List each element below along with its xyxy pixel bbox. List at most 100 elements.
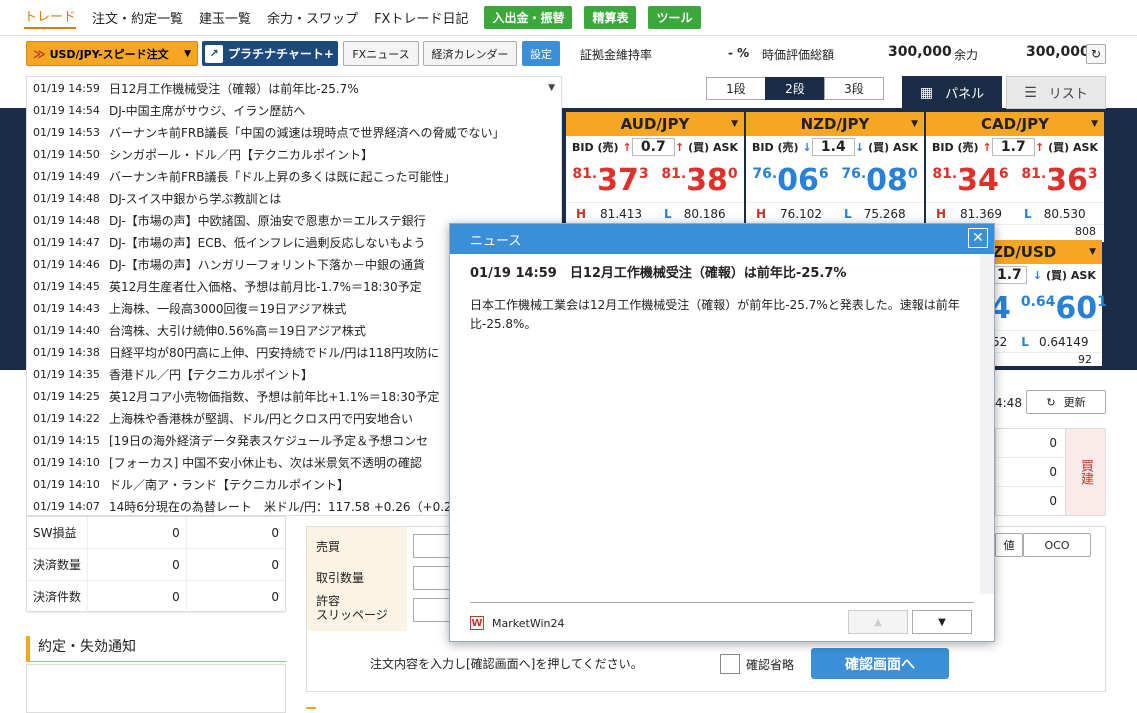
buy-sell-toggle[interactable] [413, 534, 453, 558]
high-label: H [756, 206, 767, 221]
segment-3[interactable]: 3段 [824, 77, 884, 100]
update-time: 4:48 [995, 396, 1022, 410]
ask-price[interactable]: 81. 36 3 [1021, 166, 1097, 196]
news-time: 01/19 14:43 [33, 301, 100, 315]
chart-icon: ↗ [205, 44, 223, 63]
news-row[interactable]: 01/19 14:59 日12月工作機械受注（確報）は前年比-25.7% [27, 77, 561, 99]
slippage-label-2: スリッページ [316, 608, 388, 622]
news-headline: バーナンキ前FRB議長「ドル上昇の多くは既に起こった可能性」 [109, 169, 456, 184]
news-headline: [フォーカス] 中国不安小休止も、次は米景気不透明の確認 [109, 455, 422, 470]
bid-price[interactable]: 76. 06 6 [752, 166, 828, 196]
spread-value: 1.4 [811, 138, 855, 156]
tab-panel-label: パネル [945, 87, 985, 102]
price-arrow-icon: ↑ [1034, 140, 1045, 154]
low-label: L [1021, 334, 1029, 349]
slippage-input[interactable] [413, 598, 453, 622]
low-value: 75.268 [863, 206, 906, 221]
ask-price[interactable]: 76. 08 0 [841, 166, 917, 196]
platinum-chart-button[interactable]: ↗ プラチナチャート+ [202, 41, 338, 66]
refresh-icon[interactable]: ↻ [1086, 44, 1106, 64]
nav-diary[interactable]: FXトレード日記 [374, 8, 468, 27]
marketwin-logo-icon: W [470, 616, 484, 630]
modal-divider [470, 602, 974, 603]
refresh-icon: ↻ [1046, 395, 1056, 409]
grid-icon: ▦ [919, 84, 934, 101]
order-type-limit-button[interactable]: 値 [995, 533, 1023, 557]
tab-panel[interactable]: ▦ パネル [902, 76, 1002, 109]
deposit-transfer-button[interactable]: 入出金・振替 [484, 6, 573, 29]
prev-article-button[interactable]: ▲ [848, 610, 908, 634]
fx-news-button[interactable]: FXニュース [343, 41, 419, 66]
high-low-row: H 81.369 L 80.530 [926, 202, 1104, 224]
segment-2[interactable]: 2段 [765, 77, 825, 100]
news-time: 01/19 14:25 [33, 389, 100, 403]
news-headline: DJ-スイス中銀から学ぶ教訓とは [109, 191, 282, 206]
news-headline: 香港ドル／円【テクニカルポイント】 [109, 367, 314, 382]
row-value: 0 [185, 516, 285, 549]
spread-value: 0.7 [631, 138, 675, 156]
dropdown-arrow-icon: ▼ [1091, 119, 1098, 129]
ask-label: (買) ASK [1048, 141, 1098, 154]
news-time: 01/19 14:45 [33, 279, 100, 293]
close-icon[interactable]: ✕ [968, 228, 988, 248]
news-scrollbar[interactable] [980, 254, 994, 594]
news-time: 01/19 14:48 [33, 213, 100, 227]
economic-calendar-button[interactable]: 経済カレンダー [423, 41, 517, 66]
dropdown-arrow-icon[interactable]: ▼ [548, 83, 555, 93]
ask-price[interactable]: 81. 38 0 [661, 166, 737, 196]
news-source-label: MarketWin24 [492, 616, 565, 630]
margin-ratio-label: 証拠金維持率 [580, 48, 653, 62]
segment-1[interactable]: 1段 [706, 77, 766, 100]
tab-list[interactable]: ☰ リスト [1006, 76, 1106, 109]
nav-margin-swap[interactable]: 余力・スワップ [267, 8, 358, 27]
low-value: 80.186 [683, 206, 726, 221]
arrow-down-icon: ↓ [1032, 268, 1043, 282]
partial-low-value: 0.64149 [1038, 334, 1089, 349]
nav-positions[interactable]: 建玉一覧 [199, 8, 251, 27]
update-button[interactable]: ↻ 更新 [1026, 390, 1106, 414]
low-label: L [1024, 206, 1032, 221]
tab-list-label: リスト [1048, 87, 1088, 102]
next-article-button[interactable]: ▼ [912, 610, 972, 634]
margin-ratio-value: - % [728, 46, 750, 60]
nav-orders[interactable]: 注文・約定一覧 [92, 8, 183, 27]
news-headline: DJ-【市場の声】ハンガリーフォリント下落か－中銀の通貨 [109, 257, 425, 272]
update-label: 更新 [1063, 396, 1086, 409]
speed-order-button[interactable]: ≫ USD/JPY-スピード注文 ▼ [26, 41, 198, 66]
confirm-button[interactable]: 確認画面へ [811, 648, 949, 679]
table-row: 決済数量 0 0 [27, 548, 285, 581]
news-modal-header: ニュース ✕ [450, 224, 994, 254]
bid-price[interactable]: 81. 37 3 [572, 166, 648, 196]
pair-selector[interactable]: NZD/JPY ▼ [746, 112, 924, 136]
oco-button[interactable]: OCO [1023, 533, 1091, 557]
valuation-value: 300,000 [888, 44, 952, 60]
news-row[interactable]: 01/19 14:49 バーナンキ前FRB議長「ドル上昇の多くは既に起こった可能性… [27, 165, 561, 187]
news-row[interactable]: 01/19 14:54 DJ-中国主席がサウジ、イラン歴訪へ [27, 99, 561, 121]
triangle-up-icon: ▲ [874, 616, 882, 628]
partial-ask-big[interactable]: 60 [1055, 294, 1097, 324]
row-value: 0 [185, 548, 285, 581]
settings-button[interactable]: 設定 [522, 41, 560, 66]
statement-button[interactable]: 精算表 [584, 6, 637, 29]
news-time: 01/19 14:59 [33, 81, 100, 95]
pair-selector[interactable]: AUD/JPY ▼ [566, 112, 744, 136]
news-row[interactable]: 01/19 14:48 DJ-スイス中銀から学ぶ教訓とは [27, 187, 561, 209]
news-time: 01/19 14:22 [33, 411, 100, 425]
news-row[interactable]: 01/19 14:50 シンガポール・ドル／円【テクニカルポイント】 [27, 143, 561, 165]
nav-trade[interactable]: トレード [24, 6, 77, 29]
bid-price[interactable]: 81. 34 6 [932, 166, 1008, 196]
top-nav: トレード 注文・約定一覧 建玉一覧 余力・スワップ FXトレード日記 入出金・振… [0, 0, 1137, 36]
skip-confirm-checkbox[interactable] [720, 654, 740, 674]
price-row: 76. 06 6 76. 08 0 [746, 158, 924, 196]
spread-value: 1.7 [991, 138, 1035, 156]
quantity-input[interactable] [413, 566, 453, 590]
tools-button[interactable]: ツール [648, 6, 701, 29]
pl-table: SW損益 0 0 決済数量 0 0 決済件数 0 0 [26, 516, 286, 613]
news-headline: 日経平均が80円高に上伸、円安持続でドル/円は118円攻防に [109, 345, 440, 360]
row-label: 決済数量 [33, 558, 82, 572]
partial-ask-small: 0.64 [1020, 294, 1056, 310]
news-row[interactable]: 01/19 14:53 バーナンキ前FRB議長「中国の減速は現時点で世界経済への脅… [27, 121, 561, 143]
speed-order-label: USD/JPY-スピード注文 [49, 47, 169, 61]
currency-panel-partial[interactable]: ZD/USD ▼ 1.7 ↓ (買) ASK 4 0.64 60 1 52 L … [990, 240, 1107, 366]
pair-selector[interactable]: CAD/JPY ▼ [926, 112, 1104, 136]
